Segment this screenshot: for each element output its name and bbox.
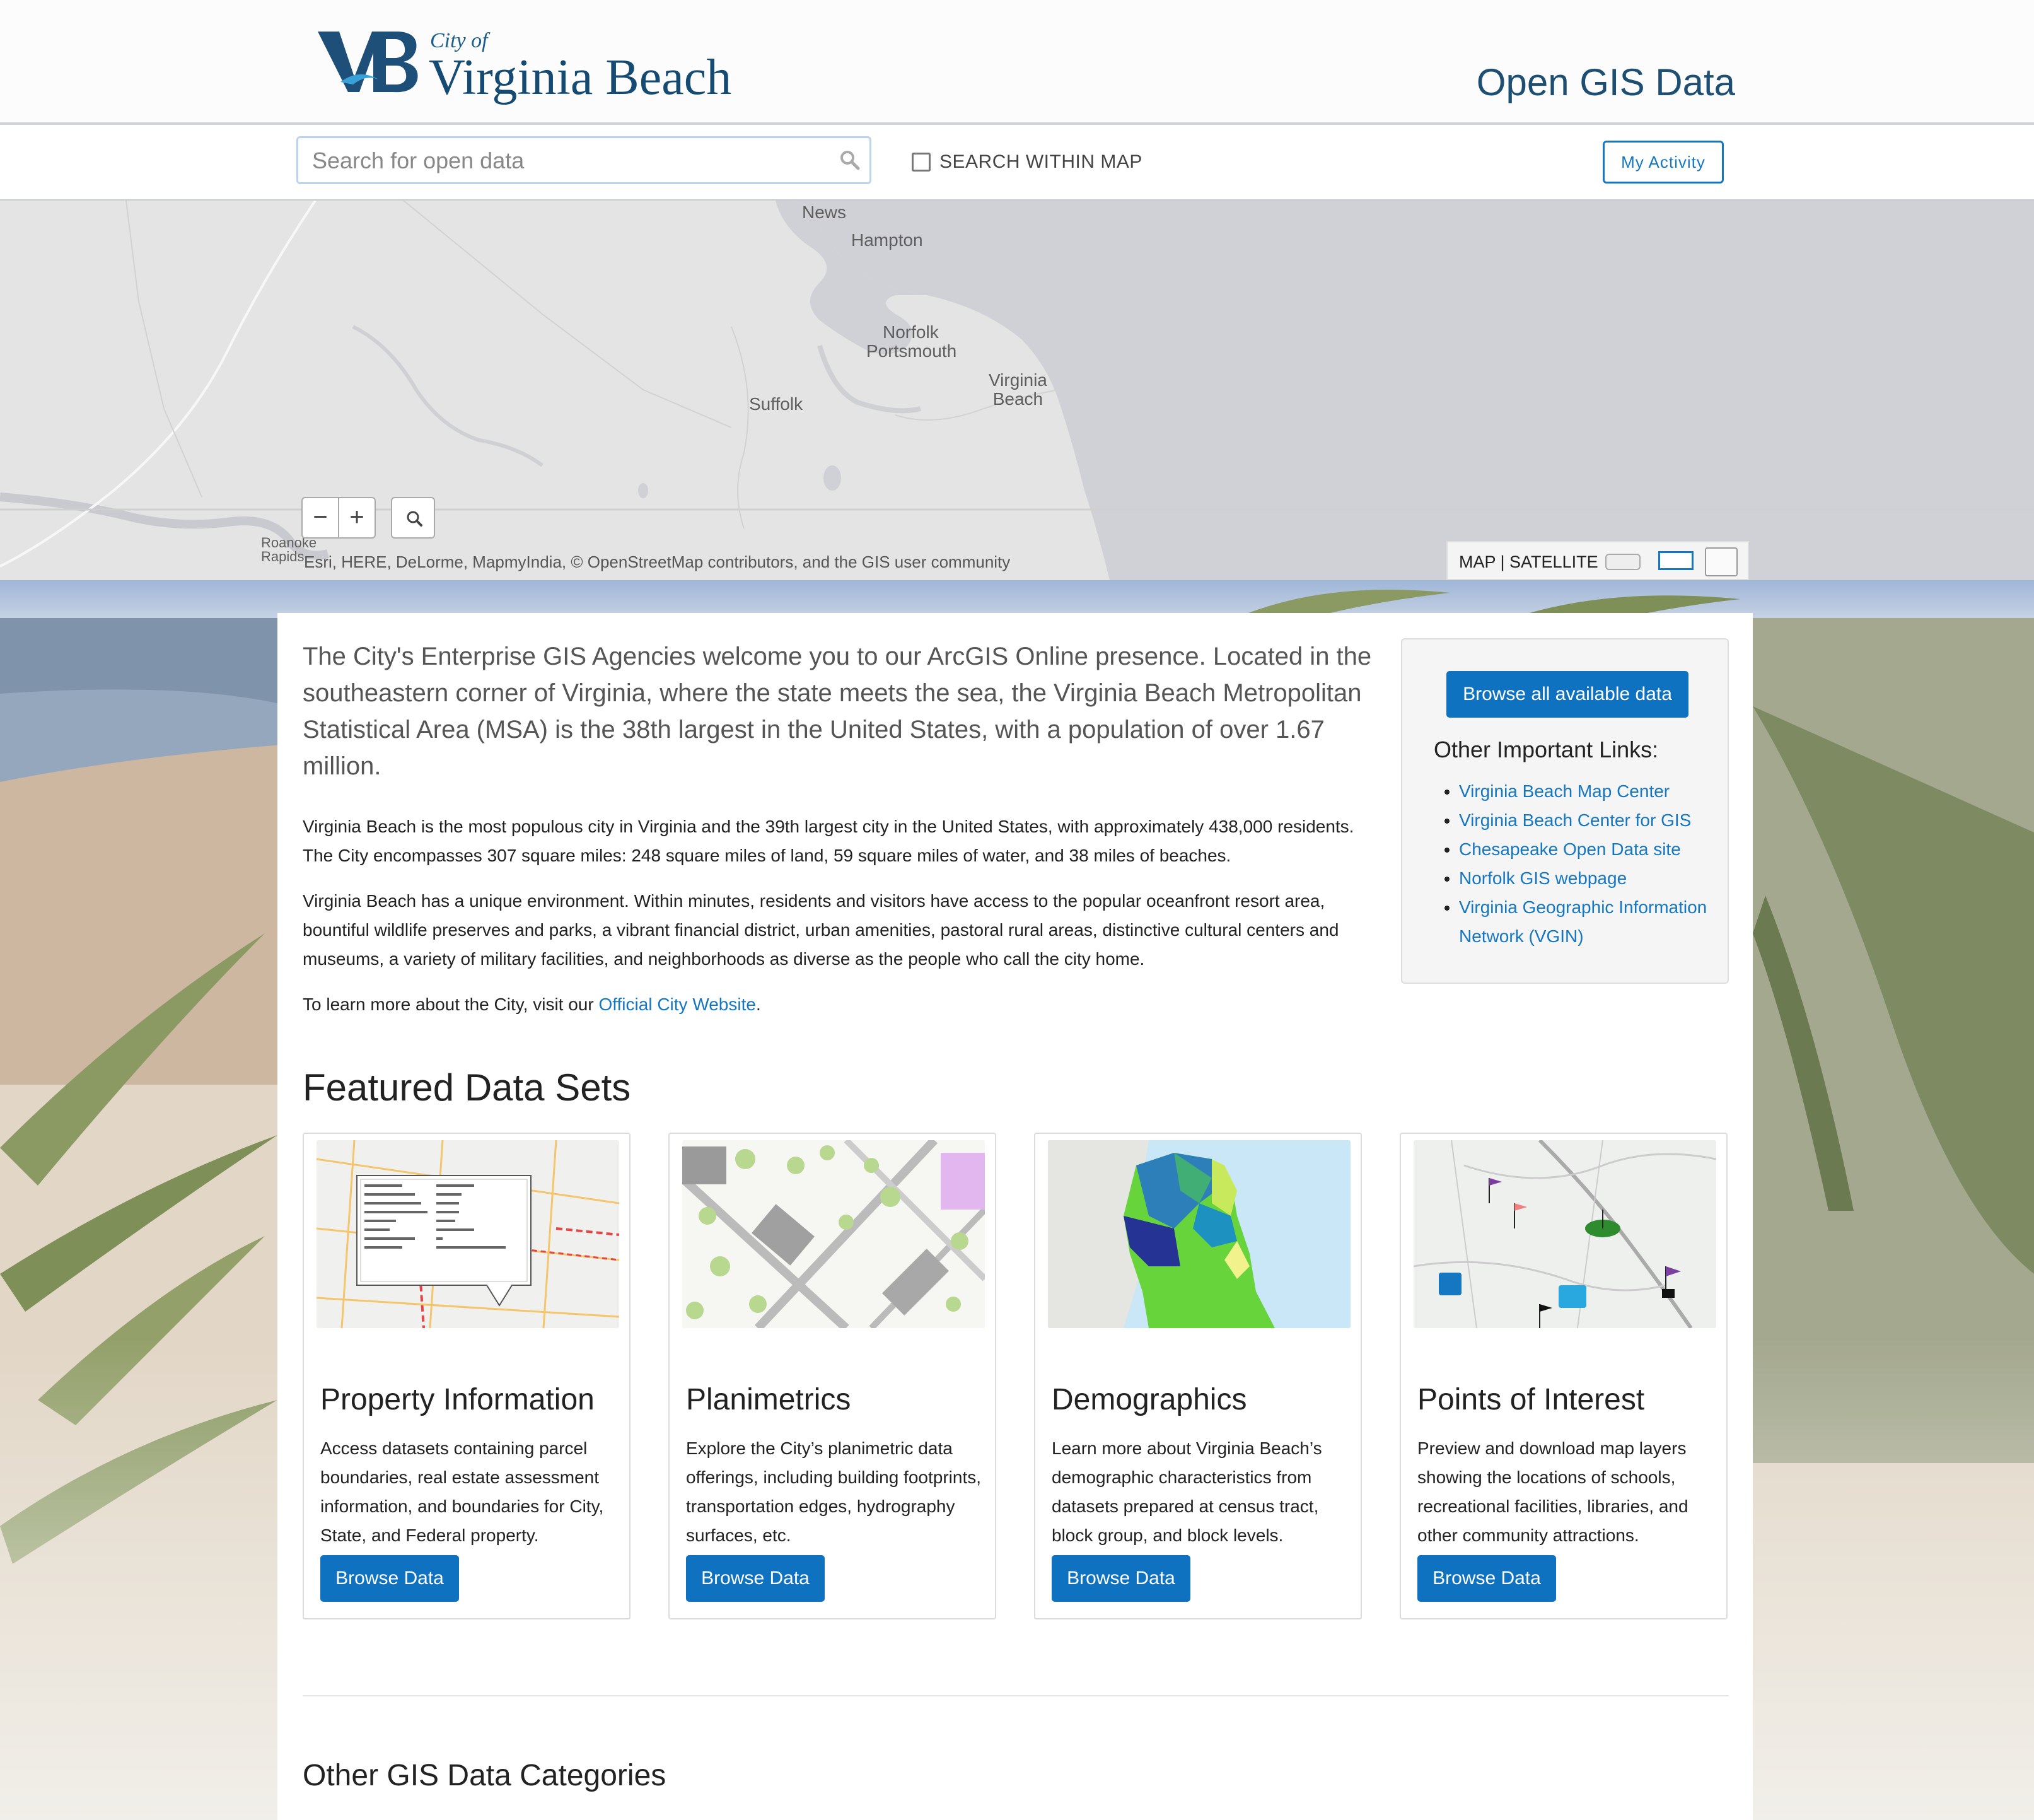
- vb-logo-mark-icon: [318, 32, 418, 93]
- map-label-hampton: Hampton: [851, 230, 923, 250]
- basemap-switcher: MAP | SATELLITE: [1446, 541, 1749, 580]
- browse-data-button[interactable]: Browse Data: [1052, 1555, 1190, 1602]
- search-input[interactable]: [311, 146, 803, 176]
- browse-data-button[interactable]: Browse Data: [686, 1555, 825, 1602]
- featured-data-sets-title: Featured Data Sets: [303, 1066, 631, 1109]
- basemap-map-option[interactable]: [1658, 551, 1694, 570]
- card-title: Points of Interest: [1417, 1383, 1645, 1416]
- search-bar: SEARCH WITHIN MAP My Activity: [0, 125, 2034, 201]
- card-title: Planimetrics: [686, 1383, 851, 1416]
- card-description: Explore the City’s planimetric data offe…: [686, 1438, 982, 1545]
- zoom-out-button[interactable]: −: [301, 497, 339, 539]
- intro-lead: The City's Enterprise GIS Agencies welco…: [303, 643, 1372, 780]
- map-label-virginia-beach: Virginia Beach: [989, 370, 1047, 409]
- link-chesapeake-open-data[interactable]: Chesapeake Open Data site: [1459, 835, 1711, 864]
- points-of-interest-thumbnail[interactable]: [1414, 1140, 1716, 1328]
- card-title: Demographics: [1052, 1383, 1247, 1416]
- city-logo[interactable]: City of Virginia Beach: [315, 24, 744, 106]
- section-divider: [303, 1695, 1729, 1696]
- basemap-label[interactable]: MAP | SATELLITE: [1459, 552, 1598, 572]
- planimetrics-thumbnail[interactable]: [682, 1140, 985, 1328]
- important-links-list: Virginia Beach Map Center Virginia Beach…: [1434, 777, 1711, 951]
- map-label-suffolk: Suffolk: [749, 394, 803, 414]
- intro-paragraph-1: Virginia Beach is the most populous city…: [303, 817, 1354, 865]
- card-demographics: Demographics Learn more about Virginia B…: [1034, 1133, 1362, 1619]
- site-title: Open GIS Data: [1476, 61, 1735, 103]
- intro-paragraph-3-suffix: .: [755, 995, 761, 1014]
- link-vb-map-center[interactable]: Virginia Beach Map Center: [1459, 777, 1711, 806]
- search-icon[interactable]: [839, 149, 861, 171]
- map-search-button[interactable]: [391, 497, 435, 539]
- card-description: Access datasets containing parcel bounda…: [320, 1438, 604, 1545]
- intro-paragraph-2: Virginia Beach has a unique environment.…: [303, 891, 1339, 969]
- browse-all-data-button[interactable]: Browse all available data: [1446, 671, 1688, 718]
- browse-data-button[interactable]: Browse Data: [320, 1555, 459, 1602]
- intro-paragraph-3: To learn more about the City, visit our …: [303, 990, 1387, 1019]
- card-points-of-interest: Points of Interest Preview and download …: [1400, 1133, 1728, 1619]
- card-planimetrics: Planimetrics Explore the City’s planimet…: [668, 1133, 996, 1619]
- link-vgin[interactable]: Virginia Geographic Information Network …: [1459, 893, 1711, 951]
- intro-paragraph-3-prefix: To learn more about the City, visit our: [303, 995, 599, 1014]
- link-norfolk-gis[interactable]: Norfolk GIS webpage: [1459, 864, 1711, 893]
- official-city-website-link[interactable]: Official City Website: [598, 995, 755, 1014]
- other-gis-data-categories-title: Other GIS Data Categories: [303, 1759, 666, 1792]
- search-within-map-checkbox[interactable]: [912, 153, 931, 172]
- card-property-information: Property Information Access datasets con…: [303, 1133, 631, 1619]
- important-links-panel: Browse all available data Other Importan…: [1401, 638, 1729, 984]
- search-box: [296, 136, 871, 184]
- magnifier-icon: [407, 511, 422, 527]
- basemap-gray-option[interactable]: [1605, 554, 1641, 570]
- card-description: Preview and download map layers showing …: [1417, 1438, 1688, 1545]
- map-label-news: News: [802, 202, 847, 222]
- basemap-satellite-option[interactable]: [1705, 547, 1738, 576]
- logo-city-name: Virginia Beach: [429, 50, 732, 105]
- map-label-portsmouth: Portsmouth: [866, 341, 957, 361]
- site-header: City of Virginia Beach Open GIS Data: [0, 0, 2034, 125]
- browse-data-button[interactable]: Browse Data: [1417, 1555, 1556, 1602]
- search-within-map-label[interactable]: SEARCH WITHIN MAP: [939, 151, 1142, 173]
- card-title: Property Information: [320, 1383, 595, 1416]
- map-label-norfolk: Norfolk: [883, 322, 939, 342]
- demographics-thumbnail[interactable]: [1048, 1140, 1351, 1328]
- main-content: The City's Enterprise GIS Agencies welco…: [277, 613, 1753, 1820]
- zoom-in-button[interactable]: +: [338, 497, 376, 539]
- important-links-title: Other Important Links:: [1434, 737, 1659, 762]
- property-information-thumbnail[interactable]: [317, 1140, 619, 1328]
- card-description: Learn more about Virginia Beach’s demogr…: [1052, 1438, 1322, 1545]
- map-view[interactable]: News Hampton Norfolk Portsmouth Virginia…: [0, 201, 2034, 580]
- map-attribution: Esri, HERE, DeLorme, MapmyIndia, © OpenS…: [304, 552, 1011, 571]
- my-activity-button[interactable]: My Activity: [1603, 141, 1724, 184]
- link-vb-center-for-gis[interactable]: Virginia Beach Center for GIS: [1459, 806, 1711, 835]
